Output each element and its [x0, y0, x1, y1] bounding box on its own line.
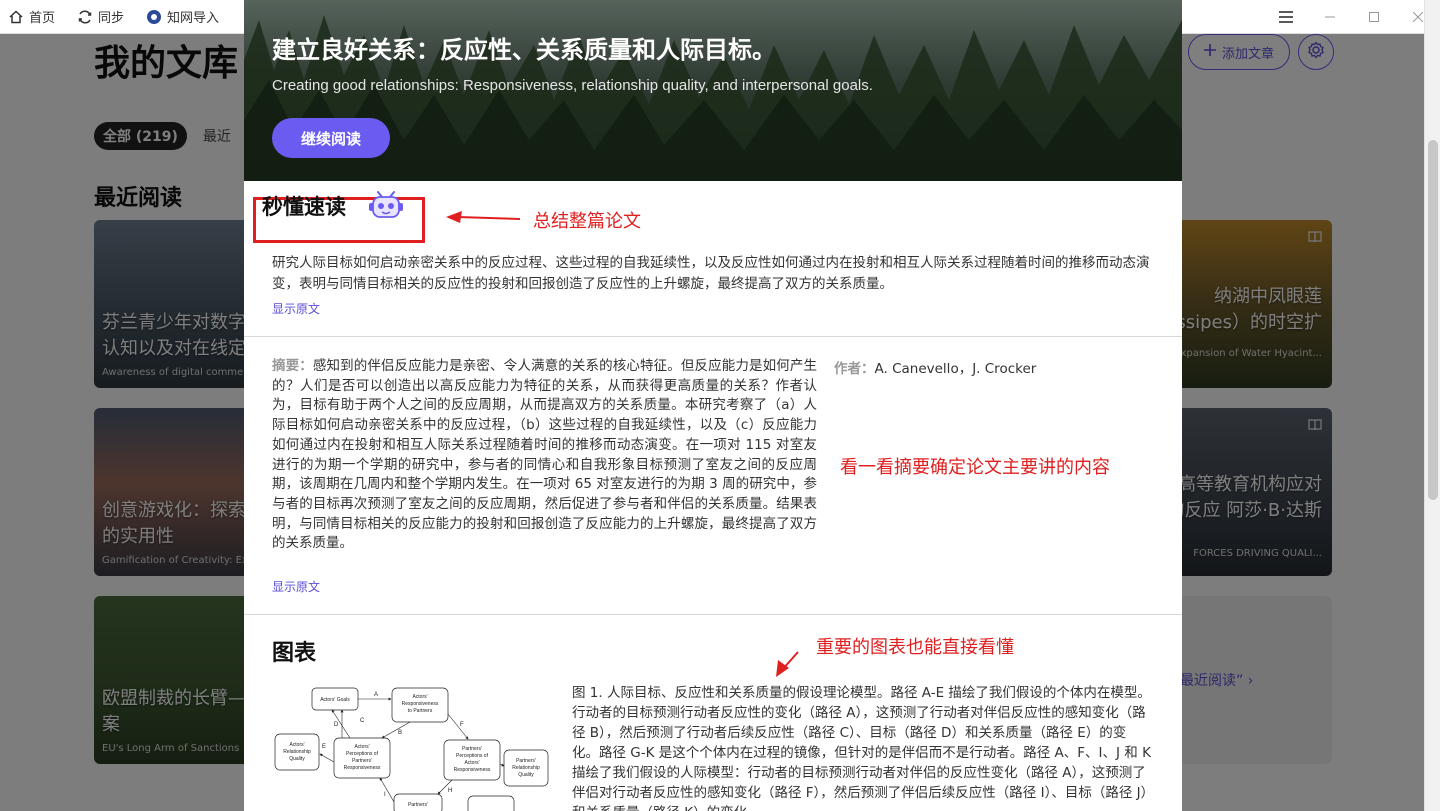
abstract-text: 感知到的伴侣反应能力是亲密、令人满意的关系的核心特征。但反应能力是如何产生的？人…: [272, 358, 818, 552]
maximize-icon[interactable]: [1352, 0, 1396, 34]
home-button[interactable]: 首页: [8, 7, 55, 26]
authors-label: 作者：: [834, 361, 875, 377]
show-original-link[interactable]: 显示原文: [272, 578, 320, 595]
annotation-chart-note: 重要的图表也能直接看懂: [816, 637, 1014, 658]
quick-read-section: 秒懂速读 研究人际目标如何启动亲密关系中的反应过程、这些过程的自我延续性，以及反…: [244, 181, 1182, 337]
figure-label: Quality: [289, 756, 305, 762]
figure-label: Responsiveness: [454, 767, 491, 773]
figure-label: Partners': [462, 746, 482, 752]
figure-label: Responsiveness: [344, 765, 381, 771]
path-label: I: [384, 792, 386, 798]
figure-label: Actors': [412, 694, 427, 700]
annotation-summary-note: 总结整篇论文: [533, 211, 641, 232]
figure-caption: 图 1. 人际目标、反应性和关系质量的假设理论模型。路径 A-E 描绘了我们假设…: [572, 685, 1151, 811]
robot-icon: [368, 188, 404, 226]
charts-heading: 图表: [272, 641, 317, 666]
cnki-import-label: 知网导入: [167, 11, 220, 26]
scrollbar[interactable]: [1424, 0, 1440, 811]
path-label: E: [322, 744, 326, 750]
abstract-block: 摘要：感知到的伴侣反应能力是亲密、令人满意的关系的核心特征。但反应能力是如何产生…: [272, 357, 817, 554]
menu-icon[interactable]: [1264, 0, 1308, 34]
path-label: C: [360, 718, 365, 724]
show-original-link[interactable]: 显示原文: [272, 300, 320, 317]
annotation-abstract-note: 看一看摘要确定论文主要讲的内容: [840, 457, 1110, 478]
figure-label: Actors': [289, 742, 304, 748]
continue-reading-button[interactable]: 继续阅读: [272, 118, 390, 158]
article-modal: 建立良好关系：反应性、关系质量和人际目标。 Creating good rela…: [244, 0, 1182, 811]
home-icon: [8, 9, 24, 25]
path-label: A: [374, 692, 378, 698]
figure-label: Actors': [464, 760, 479, 766]
figure-diagram: Actors' Goals Actors' Responsiveness to …: [274, 687, 549, 811]
scrollbar-thumb[interactable]: [1428, 140, 1438, 500]
article-title-en: Creating good relationships: Responsiven…: [272, 77, 873, 94]
article-title-cn: 建立良好关系：反应性、关系质量和人际目标。: [272, 36, 776, 64]
figure-label: Actors' Goals: [320, 697, 350, 703]
figure-label: Partners': [408, 802, 428, 808]
minimize-icon[interactable]: [1308, 0, 1352, 34]
path-label: H: [448, 788, 452, 794]
abstract-label: 摘要：: [272, 358, 313, 374]
quick-read-summary: 研究人际目标如何启动亲密关系中的反应过程、这些过程的自我延续性，以及反应性如何通…: [272, 255, 1150, 292]
sync-button[interactable]: 同步: [77, 7, 124, 26]
authors-text: A. Canevello，J. Crocker: [874, 361, 1037, 377]
figure-label: Perceptions of: [456, 753, 489, 759]
figure-thumbnail[interactable]: Actors' Goals Actors' Responsiveness to …: [272, 684, 552, 811]
path-label: D: [334, 722, 339, 728]
figure-label: Relationship: [283, 749, 311, 755]
window-controls: [1264, 0, 1440, 34]
authors-block: 作者：A. Canevello，J. Crocker: [834, 357, 1036, 377]
article-hero: 建立良好关系：反应性、关系质量和人际目标。 Creating good rela…: [244, 0, 1182, 181]
figure-label: Perceptions of: [346, 751, 379, 757]
charts-section: 图表 Actors' Goals Actors' Responsiveness …: [244, 615, 1182, 811]
sync-label: 同步: [98, 11, 125, 26]
figure-label: Quality: [518, 772, 534, 778]
cnki-import-button[interactable]: 知网导入: [146, 7, 219, 26]
quick-read-title: 秒懂速读: [262, 195, 346, 219]
figure-label: Actors': [354, 744, 369, 750]
path-label: F: [460, 722, 464, 728]
figure-label: Partners': [516, 758, 536, 764]
figure-label: Responsiveness: [402, 701, 439, 707]
home-label: 首页: [29, 11, 56, 26]
cnki-logo-icon: [146, 9, 162, 25]
path-label: B: [398, 730, 402, 736]
figure-label: Relationship: [512, 765, 540, 771]
figure-label: Partners': [352, 758, 372, 764]
figure-label: to Partners: [408, 708, 433, 714]
sync-icon: [77, 9, 93, 25]
